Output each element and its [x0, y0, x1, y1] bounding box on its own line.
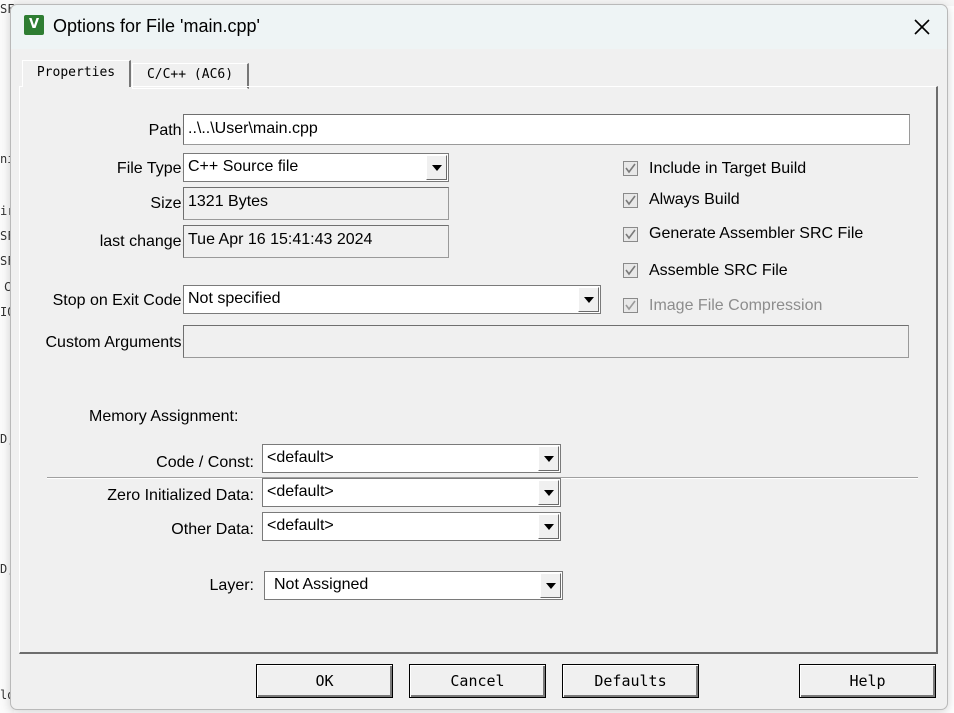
last-change-field: Tue Apr 16 15:41:43 2024 [183, 225, 449, 258]
path-field[interactable]: ..\..\User\main.cpp [183, 114, 910, 145]
other-data-value: <default> [267, 517, 334, 534]
code-const-select[interactable]: <default> [262, 444, 561, 473]
chevron-down-icon[interactable] [538, 514, 559, 539]
include-target-build-label: Include in Target Build [649, 160, 807, 177]
code-const-label: Code / Const: [156, 454, 254, 471]
other-data-label: Other Data: [171, 521, 254, 538]
chevron-down-icon[interactable] [540, 573, 561, 598]
assemble-src-label: Assemble SRC File [649, 262, 788, 279]
options-dialog: V Options for File 'main.cpp' Properties… [10, 4, 948, 710]
always-build-label: Always Build [649, 191, 740, 208]
stop-exit-code-value: Not specified [188, 290, 281, 307]
last-change-label: last change: [99, 233, 186, 250]
layer-value: Not Assigned [274, 576, 369, 593]
keil-uvision-icon: V [24, 15, 44, 35]
file-type-label: File Type: [116, 160, 186, 177]
zero-init-data-select[interactable]: <default> [262, 478, 561, 507]
other-data-select[interactable]: <default> [262, 512, 561, 541]
checkmark-icon [625, 300, 636, 311]
stop-exit-code-select[interactable]: Not specified [183, 285, 601, 314]
window-title: Options for File 'main.cpp' [53, 16, 260, 36]
file-type-value: C++ Source file [188, 158, 299, 175]
chevron-down-icon[interactable] [578, 287, 599, 312]
image-file-compression-label: Image File Compression [649, 297, 823, 314]
include-target-build-checkbox[interactable] [623, 161, 638, 176]
assemble-src-checkbox[interactable] [623, 263, 638, 278]
size-field: 1321 Bytes [183, 187, 449, 220]
cancel-button[interactable]: Cancel [409, 664, 546, 698]
generate-assembler-src-checkbox[interactable] [623, 227, 638, 242]
memory-assignment-heading: Memory Assignment: [89, 408, 239, 425]
generate-assembler-src-label: Generate Assembler SRC File [649, 225, 864, 242]
checkmark-icon [625, 265, 636, 276]
close-button[interactable] [907, 13, 937, 41]
properties-panel: Path: ..\..\User\main.cpp File Type: C++… [19, 86, 938, 654]
tab-properties[interactable]: Properties [22, 60, 131, 87]
close-icon [914, 19, 930, 35]
custom-arguments-label: Custom Arguments: [45, 334, 187, 351]
image-file-compression-checkbox[interactable] [623, 298, 638, 313]
stop-exit-code-label: Stop on Exit Code: [52, 292, 186, 309]
file-type-select[interactable]: C++ Source file [183, 153, 449, 182]
layer-label: Layer: [209, 577, 254, 594]
code-const-value: <default> [267, 449, 334, 466]
layer-select[interactable]: Not Assigned [264, 571, 563, 600]
zero-init-data-label: Zero Initialized Data: [107, 487, 254, 504]
chevron-down-icon[interactable] [538, 446, 559, 471]
size-label: Size: [150, 195, 186, 212]
always-build-checkbox[interactable] [623, 193, 638, 208]
checkmark-icon [625, 195, 636, 206]
checkmark-icon [625, 163, 636, 174]
chevron-down-icon[interactable] [538, 480, 559, 505]
defaults-button[interactable]: Defaults [562, 664, 699, 698]
chevron-down-icon[interactable] [426, 155, 447, 180]
custom-arguments-field [183, 325, 909, 358]
ok-button[interactable]: OK [256, 664, 393, 698]
help-button[interactable]: Help [799, 664, 936, 698]
zero-init-data-value: <default> [267, 483, 334, 500]
title-bar[interactable]: V Options for File 'main.cpp' [11, 5, 947, 49]
checkmark-icon [625, 229, 636, 240]
path-label: Path: [148, 122, 186, 139]
